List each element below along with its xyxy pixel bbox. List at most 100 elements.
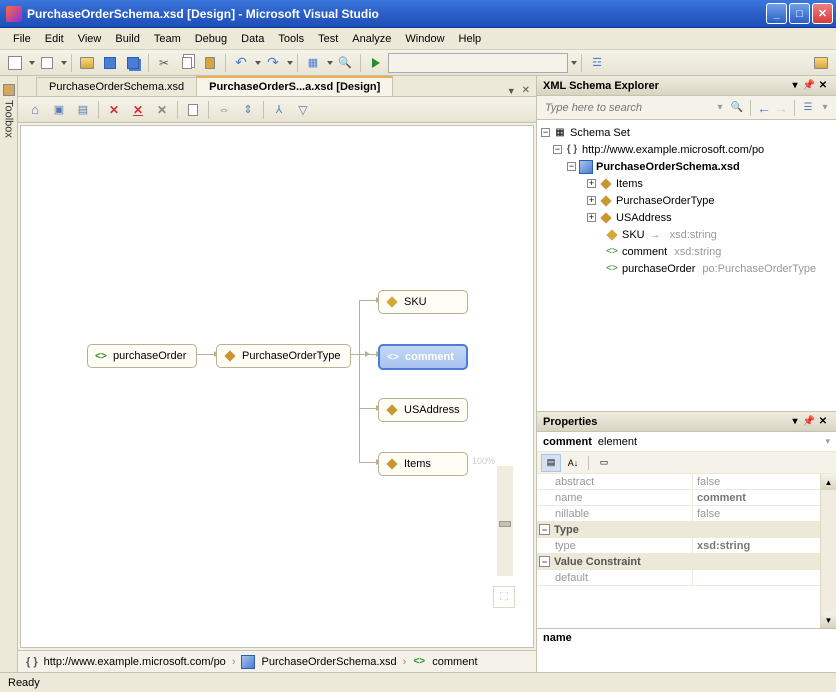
menu-window[interactable]: Window	[398, 31, 451, 47]
node-items[interactable]: Items	[378, 452, 468, 476]
menu-test[interactable]: Test	[311, 31, 345, 47]
paste-button[interactable]	[199, 52, 221, 74]
new-website-button[interactable]	[36, 52, 58, 74]
sort-button[interactable]: ⅄	[268, 99, 290, 121]
misc-button[interactable]: ☲	[586, 52, 608, 74]
panel-close-icon[interactable]: ✕	[816, 415, 830, 429]
tree-row-purchaseorder[interactable]: <> purchaseOrder po:PurchaseOrderType	[539, 260, 834, 277]
prop-row[interactable]: default	[537, 570, 836, 586]
tree-row-root[interactable]: − ▦ Schema Set	[539, 124, 834, 141]
remove-button[interactable]: ✕	[103, 99, 125, 121]
tree-row-usaddress[interactable]: + USAddress	[539, 209, 834, 226]
alphabetical-button[interactable]: A↓	[563, 454, 583, 472]
tab-overflow-dropdown-icon[interactable]: ▼	[507, 86, 516, 96]
options-dropdown-icon[interactable]: ▾	[818, 101, 832, 115]
close-button[interactable]: ✕	[812, 3, 833, 24]
prop-pages-button[interactable]: ▭	[594, 454, 614, 472]
categorized-button[interactable]: ▤	[541, 454, 561, 472]
node-comment[interactable]: <> comment	[378, 344, 468, 370]
prop-row[interactable]: name comment	[537, 490, 836, 506]
fit-to-window-button[interactable]: ⛶	[493, 586, 515, 608]
breadcrumb-file[interactable]: PurchaseOrderSchema.xsd	[261, 656, 396, 668]
pin-icon[interactable]: 📌	[802, 79, 816, 93]
find-button[interactable]: 🔍	[334, 52, 356, 74]
maximize-button[interactable]: □	[789, 3, 810, 24]
scroll-up-icon[interactable]: ▲	[821, 474, 836, 490]
nav-button[interactable]: ▦	[302, 52, 324, 74]
home-view-button[interactable]: ⌂	[24, 99, 46, 121]
pin-icon[interactable]: 📌	[802, 415, 816, 429]
collapse-icon[interactable]: −	[553, 145, 562, 154]
open-button[interactable]	[76, 52, 98, 74]
menu-debug[interactable]: Debug	[188, 31, 234, 47]
undo-dropdown[interactable]	[255, 61, 261, 65]
layout-tb-button[interactable]: ⇕	[237, 99, 259, 121]
forward-icon[interactable]: →	[774, 100, 788, 116]
tree-row-namespace[interactable]: − { } http://www.example.microsoft.com/p…	[539, 141, 834, 158]
menu-team[interactable]: Team	[147, 31, 188, 47]
start-button[interactable]	[365, 52, 387, 74]
node-sku[interactable]: SKU	[378, 290, 468, 314]
node-purchaseorder[interactable]: <> purchaseOrder	[87, 344, 197, 368]
search-dropdown-icon[interactable]: ▾	[713, 101, 727, 115]
prop-row[interactable]: abstract false	[537, 474, 836, 490]
tree-row-sku[interactable]: SKU → xsd:string	[539, 226, 834, 243]
prop-category-type[interactable]: −Type	[537, 522, 836, 538]
tab-xsd-source[interactable]: PurchaseOrderSchema.xsd	[36, 77, 197, 96]
schema-canvas[interactable]: <> purchaseOrder PurchaseOrderType SKU <…	[20, 125, 534, 648]
cut-button[interactable]: ✂	[153, 52, 175, 74]
expand-icon[interactable]: +	[587, 179, 596, 188]
save-button[interactable]	[99, 52, 121, 74]
graph-view-button[interactable]: ▤	[72, 99, 94, 121]
selector-dropdown-icon[interactable]: ▾	[825, 436, 830, 447]
menu-file[interactable]: File	[6, 31, 38, 47]
extra-button[interactable]	[810, 52, 832, 74]
back-icon[interactable]: ←	[757, 100, 771, 116]
filter-button[interactable]: ▽	[292, 99, 314, 121]
prop-category-valueconstraint[interactable]: −Value Constraint	[537, 554, 836, 570]
saveall-button[interactable]	[122, 52, 144, 74]
delete-button[interactable]: ✕	[151, 99, 173, 121]
tab-close-icon[interactable]: ✕	[522, 85, 530, 96]
menu-view[interactable]: View	[71, 31, 109, 47]
doc-button[interactable]	[182, 99, 204, 121]
toolbox-sidebar[interactable]: Toolbox	[0, 76, 18, 672]
tree-row-items[interactable]: + Items	[539, 175, 834, 192]
prop-row[interactable]: type xsd:string	[537, 538, 836, 554]
menu-tools[interactable]: Tools	[271, 31, 311, 47]
menu-data[interactable]: Data	[234, 31, 271, 47]
prop-row[interactable]: nillable false	[537, 506, 836, 522]
redo-dropdown[interactable]	[287, 61, 293, 65]
node-purchaseordertype[interactable]: PurchaseOrderType	[216, 344, 351, 368]
node-usaddress[interactable]: USAddress	[378, 398, 468, 422]
solution-config-dropdown[interactable]	[571, 61, 577, 65]
new-website-dropdown[interactable]	[61, 61, 67, 65]
new-project-dropdown[interactable]	[29, 61, 35, 65]
scroll-down-icon[interactable]: ▼	[821, 612, 836, 628]
zoom-slider[interactable]	[497, 466, 513, 576]
menu-edit[interactable]: Edit	[38, 31, 71, 47]
content-view-button[interactable]: ▣	[48, 99, 70, 121]
layout-lr-button[interactable]: ⇔	[213, 99, 235, 121]
tree-row-comment[interactable]: <> comment xsd:string	[539, 243, 834, 260]
remove-all-button[interactable]: ✕	[127, 99, 149, 121]
copy-button[interactable]	[176, 52, 198, 74]
menu-build[interactable]: Build	[108, 31, 146, 47]
redo-button[interactable]: ↷	[262, 52, 284, 74]
panel-close-icon[interactable]: ✕	[816, 79, 830, 93]
collapse-icon[interactable]: −	[539, 524, 550, 535]
menu-help[interactable]: Help	[452, 31, 489, 47]
properties-scrollbar[interactable]: ▲ ▼	[820, 474, 836, 628]
collapse-icon[interactable]: −	[567, 162, 576, 171]
schema-search-input[interactable]	[541, 99, 710, 117]
search-icon[interactable]: 🔍	[730, 101, 744, 115]
options-icon[interactable]: ☰	[801, 101, 815, 115]
panel-dropdown-icon[interactable]: ▾	[788, 415, 802, 429]
expand-icon[interactable]: +	[587, 213, 596, 222]
new-project-button[interactable]	[4, 52, 26, 74]
solution-config-field[interactable]	[388, 53, 568, 73]
panel-dropdown-icon[interactable]: ▾	[788, 79, 802, 93]
collapse-icon[interactable]: −	[541, 128, 550, 137]
nav-dropdown[interactable]	[327, 61, 333, 65]
menu-analyze[interactable]: Analyze	[345, 31, 398, 47]
